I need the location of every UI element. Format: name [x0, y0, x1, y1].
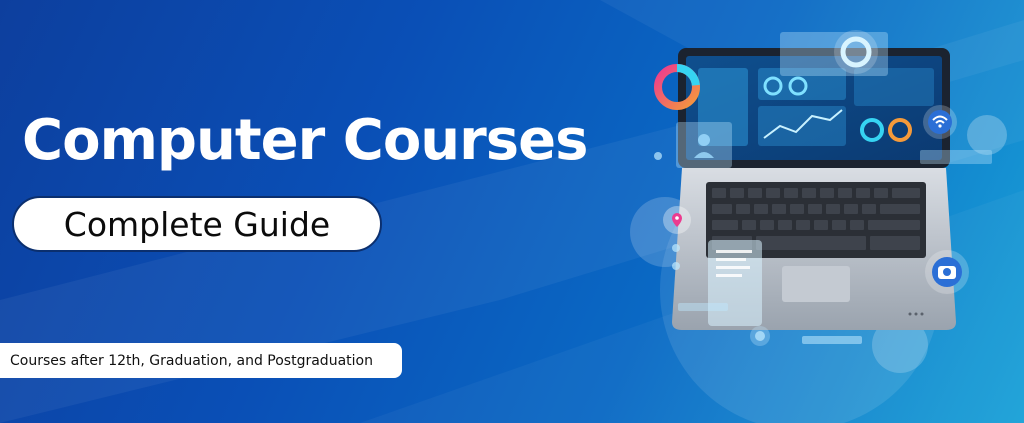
wifi-icon: [923, 105, 957, 139]
floating-panel: [802, 336, 862, 344]
subtitle-text: Complete Guide: [63, 204, 331, 244]
camera-icon: [925, 250, 969, 294]
tagline-text: Courses after 12th, Graduation, and Post…: [10, 352, 373, 369]
course-banner: Computer Courses Complete Guide Courses …: [0, 0, 1024, 423]
tagline-ribbon: Courses after 12th, Graduation, and Post…: [0, 343, 402, 378]
location-pin-icon: [663, 206, 691, 234]
subtitle-pill: Complete Guide: [12, 196, 382, 252]
ring-icon: [834, 30, 878, 74]
glow-circle: [967, 115, 1007, 155]
floating-panel: [920, 150, 992, 164]
floating-panel: [678, 303, 728, 311]
page-title: Computer Courses: [22, 108, 588, 173]
laptop-illustration: [630, 30, 1007, 423]
